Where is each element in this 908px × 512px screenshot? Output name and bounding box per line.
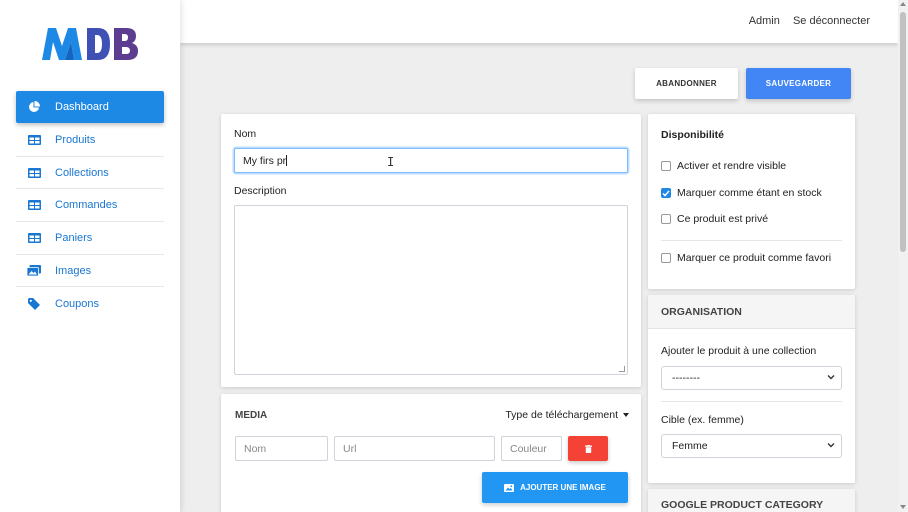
product-info-card: Nom My firs pr Description <box>221 114 641 387</box>
description-textarea[interactable] <box>234 205 628 375</box>
name-input[interactable]: My firs pr <box>234 148 628 173</box>
media-url-placeholder: Url <box>343 442 357 455</box>
sidebar-item-label: Dashboard <box>55 101 109 113</box>
tag-icon <box>27 297 41 311</box>
organisation-title: ORGANISATION <box>661 306 742 318</box>
media-color-placeholder: Couleur <box>510 442 547 455</box>
sidebar-item-dashboard[interactable]: Dashboard <box>16 91 164 123</box>
scroll-down-icon[interactable] <box>900 505 906 509</box>
image-icon <box>504 483 515 492</box>
description-label: Description <box>234 185 287 197</box>
checkbox-label: Marquer ce produit comme favori <box>677 252 832 264</box>
checkbox-label: Marquer comme étant en stock <box>677 187 822 199</box>
upload-type-label: Type de téléchargement <box>505 409 618 421</box>
trash-icon <box>584 444 592 453</box>
sidebar-item-label: Images <box>55 264 92 277</box>
page-scrollbar[interactable] <box>898 0 908 512</box>
google-category-header: GOOGLE PRODUCT CATEGORY <box>648 489 855 512</box>
checkbox-checked-icon[interactable] <box>661 188 671 198</box>
checkbox-unchecked-icon[interactable] <box>661 253 671 263</box>
admin-link[interactable]: Admin <box>749 15 780 27</box>
sidebar-item-label: Produits <box>55 133 96 146</box>
text-cursor-icon: I <box>387 155 395 169</box>
chevron-down-icon <box>827 375 835 380</box>
divider <box>661 240 842 241</box>
sidebar-item-label: Paniers <box>55 231 93 244</box>
sidebar-item-label: Coupons <box>55 297 100 310</box>
table-icon <box>27 133 41 147</box>
collection-label: Ajouter le produit à une collection <box>661 345 817 357</box>
sidebar-item-paniers[interactable]: Paniers <box>16 222 164 255</box>
caret-down-icon <box>623 413 629 417</box>
organisation-header: ORGANISATION <box>648 295 855 329</box>
media-url-input[interactable]: Url <box>334 436 495 461</box>
name-label: Nom <box>234 128 257 140</box>
text-caret <box>286 155 288 166</box>
resize-handle-icon[interactable] <box>619 366 625 372</box>
checkbox-label: Activer et rendre visible <box>677 160 787 172</box>
target-label: Cible (ex. femme) <box>661 414 744 426</box>
divider <box>661 401 842 402</box>
logout-link[interactable]: Se déconnecter <box>793 15 870 27</box>
sidebar-nav: Dashboard Produits Collections Commandes… <box>16 91 164 320</box>
media-title: MEDIA <box>235 410 268 421</box>
save-button[interactable]: SAUVEGARDER <box>746 68 851 99</box>
google-category-card: GOOGLE PRODUCT CATEGORY <box>648 489 855 512</box>
add-image-label: AJOUTER UNE IMAGE <box>520 483 606 492</box>
media-color-input[interactable]: Couleur <box>501 436 562 461</box>
abandon-button[interactable]: ABANDONNER <box>635 68 738 99</box>
delete-media-button[interactable] <box>568 436 608 461</box>
target-select-value: Femme <box>672 440 708 452</box>
media-name-placeholder: Nom <box>244 442 267 455</box>
name-input-value: My firs pr <box>243 154 287 167</box>
checkbox-unchecked-icon[interactable] <box>661 214 671 224</box>
table-icon <box>27 231 41 245</box>
topbar-links: Admin Se déconnecter <box>739 15 870 27</box>
in-stock-checkbox[interactable]: Marquer comme étant en stock <box>661 187 822 199</box>
table-icon <box>27 198 41 212</box>
media-name-input[interactable]: Nom <box>235 436 328 461</box>
scrollbar-thumb[interactable] <box>900 12 906 252</box>
checkbox-unchecked-icon[interactable] <box>661 161 671 171</box>
favorite-checkbox[interactable]: Marquer ce produit comme favori <box>661 252 831 264</box>
scroll-up-icon[interactable] <box>900 2 906 6</box>
images-icon <box>27 264 41 278</box>
sidebar-item-label: Commandes <box>55 199 118 212</box>
availability-title: Disponibilité <box>661 129 724 141</box>
chevron-down-icon <box>827 443 835 448</box>
checkbox-label: Ce produit est privé <box>677 213 769 225</box>
sidebar-item-label: Collections <box>55 166 109 179</box>
upload-type-dropdown[interactable]: Type de téléchargement <box>505 409 629 421</box>
sidebar-item-produits[interactable]: Produits <box>16 124 164 157</box>
organisation-card: ORGANISATION Ajouter le produit à une co… <box>648 295 855 483</box>
topbar: Admin Se déconnecter <box>180 0 898 43</box>
visible-checkbox[interactable]: Activer et rendre visible <box>661 160 786 172</box>
private-checkbox[interactable]: Ce produit est privé <box>661 213 768 225</box>
media-card: MEDIA Type de téléchargement Nom Url Cou… <box>221 394 641 512</box>
sidebar-item-coupons[interactable]: Coupons <box>16 287 164 320</box>
sidebar-item-collections[interactable]: Collections <box>16 157 164 190</box>
availability-card: Disponibilité Activer et rendre visible … <box>648 114 855 289</box>
collection-select[interactable]: -------- <box>661 366 842 390</box>
mdb-logo[interactable] <box>40 26 140 62</box>
pie-chart-icon <box>27 100 41 114</box>
collection-select-value: -------- <box>672 372 700 384</box>
sidebar-item-commandes[interactable]: Commandes <box>16 189 164 223</box>
target-select[interactable]: Femme <box>661 434 842 458</box>
table-icon <box>27 166 41 180</box>
sidebar: Dashboard Produits Collections Commandes… <box>0 0 180 512</box>
google-category-title: GOOGLE PRODUCT CATEGORY <box>661 499 824 511</box>
sidebar-item-images[interactable]: Images <box>16 255 164 288</box>
add-image-button[interactable]: AJOUTER UNE IMAGE <box>482 472 628 503</box>
